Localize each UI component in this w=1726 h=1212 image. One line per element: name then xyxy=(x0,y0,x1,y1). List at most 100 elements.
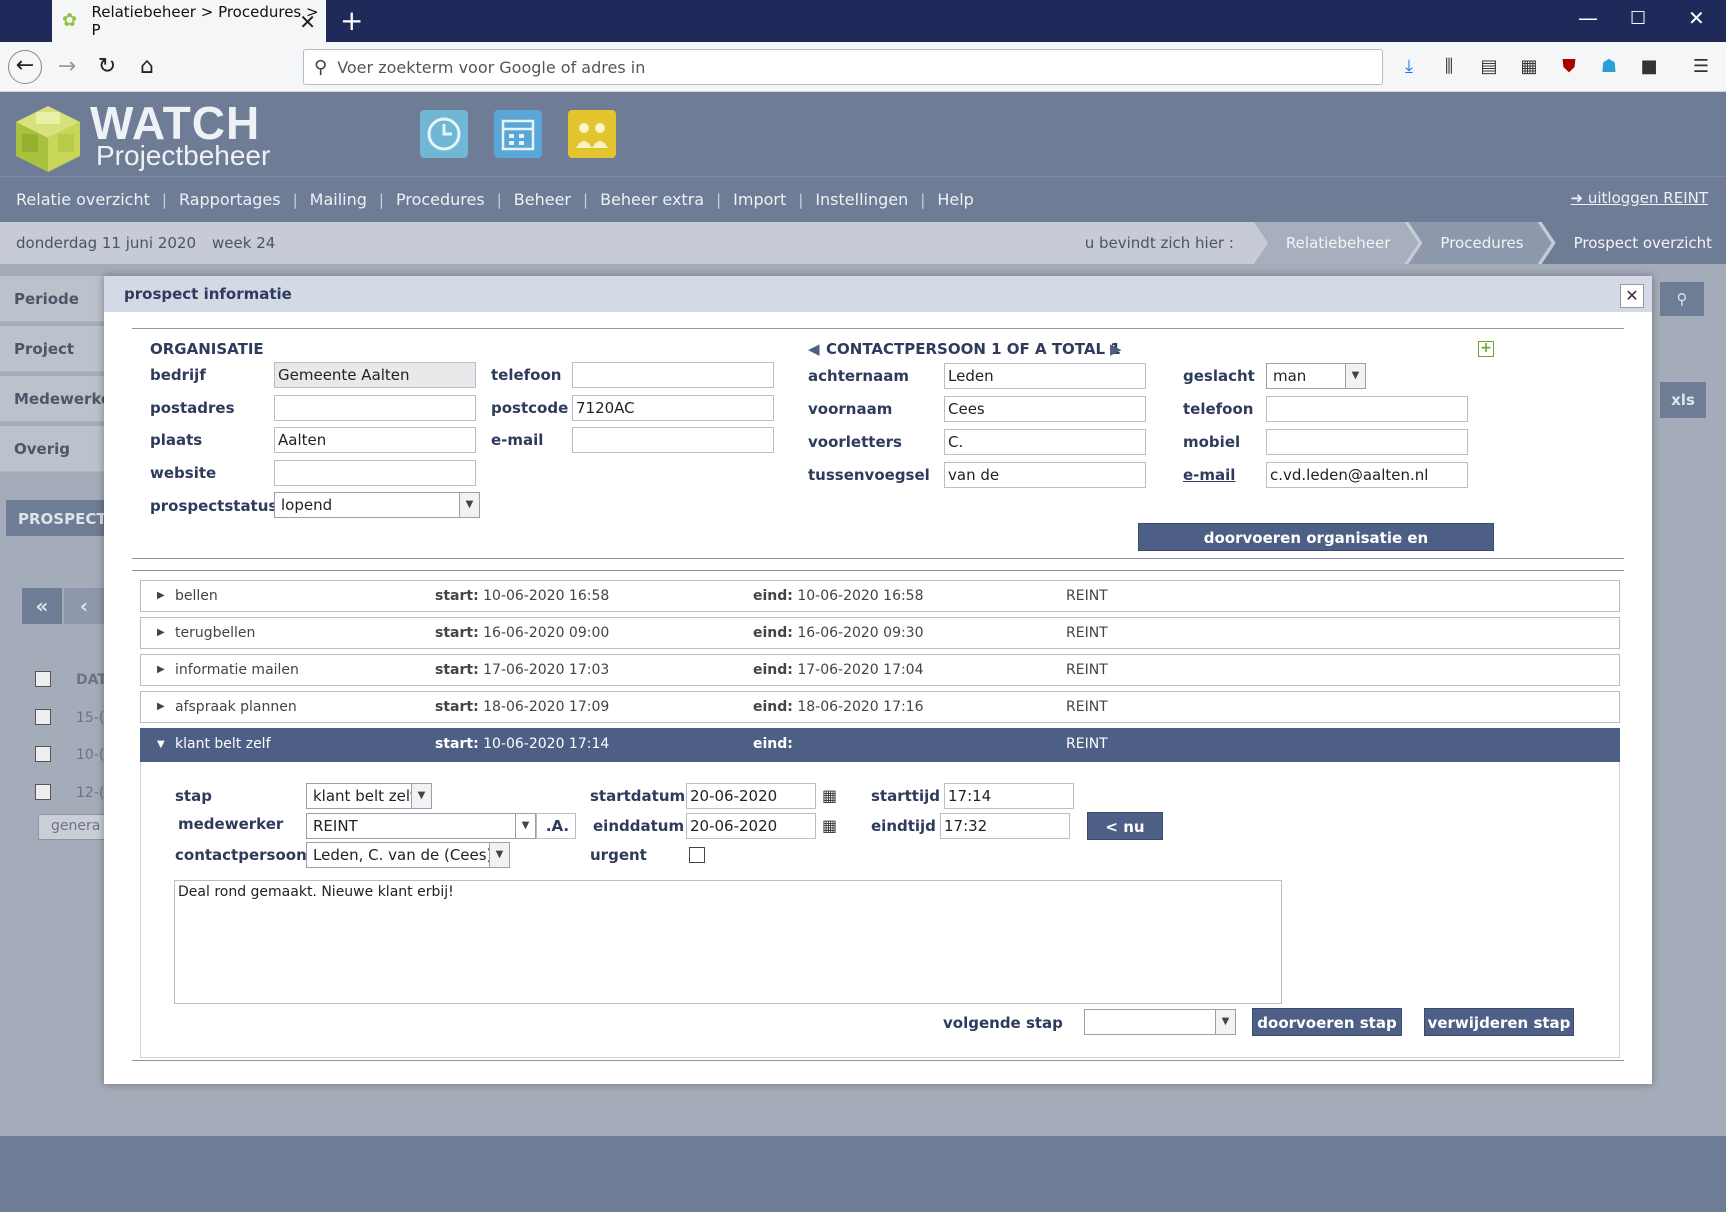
set-now-button[interactable]: < nu xyxy=(1087,812,1163,840)
search-icon[interactable]: ⚲ xyxy=(1660,282,1704,316)
first-page-icon[interactable]: « xyxy=(22,588,62,624)
url-bar[interactable]: ⚲ Voer zoekterm voor Google of adres in xyxy=(303,49,1383,85)
contactpersoon-select[interactable]: Leden, C. van de (Cees) ▼ xyxy=(306,842,510,868)
contact-email-field[interactable]: c.vd.leden@aalten.nl xyxy=(1266,462,1468,488)
menu-rapportages[interactable]: Rapportages xyxy=(179,190,281,209)
website-field[interactable] xyxy=(274,460,476,486)
next-contact-icon[interactable]: ▶ xyxy=(1110,340,1122,358)
urgent-label: urgent xyxy=(590,846,647,864)
window-close-icon[interactable]: ✕ xyxy=(1688,6,1705,30)
prev-contact-icon[interactable]: ◀ xyxy=(808,340,820,358)
step-user: REINT xyxy=(1066,736,1108,752)
step-row[interactable]: ▶ informatie mailen start: 17-06-2020 17… xyxy=(140,654,1620,686)
contacts-icon[interactable] xyxy=(568,110,616,158)
logout-link[interactable]: ➜ uitloggen REINT xyxy=(1570,189,1708,207)
prospectstatus-select[interactable]: lopend ▼ xyxy=(274,492,480,518)
contact-email-link[interactable]: e-mail xyxy=(1183,466,1235,484)
step-name: terugbellen xyxy=(175,625,256,641)
browser-tab[interactable]: ✿ Relatiebeheer > Procedures > P ✕ xyxy=(52,0,326,42)
step-row[interactable]: ▶ terugbellen start: 16-06-2020 09:00 ei… xyxy=(140,617,1620,649)
menu-import[interactable]: Import xyxy=(733,190,786,209)
stap-select[interactable]: klant belt zelf ▼ xyxy=(306,783,432,809)
contact-telefoon-field[interactable] xyxy=(1266,396,1468,422)
menu-mailing[interactable]: Mailing xyxy=(310,190,367,209)
maximize-icon[interactable]: ☐ xyxy=(1630,8,1646,29)
achternaam-field[interactable]: Leden xyxy=(944,363,1146,389)
sidebar-icon[interactable]: ▤ xyxy=(1476,54,1502,80)
ublock-icon[interactable]: ⛊ xyxy=(1556,54,1582,80)
app-header: WATCH Projectbeheer xyxy=(0,92,1726,176)
close-tab-icon[interactable]: ✕ xyxy=(299,10,316,34)
step-row[interactable]: ▶ bellen start: 10-06-2020 16:58 eind: 1… xyxy=(140,580,1620,612)
volgende-stap-select[interactable]: ▼ xyxy=(1084,1009,1236,1035)
voornaam-field[interactable]: Cees xyxy=(944,396,1146,422)
qr-code-icon[interactable]: ▦ xyxy=(1516,54,1542,80)
menu-procedures[interactable]: Procedures xyxy=(396,190,485,209)
step-row-active[interactable]: ▼ klant belt zelf start: 10-06-2020 17:1… xyxy=(140,728,1620,762)
row-checkbox[interactable] xyxy=(35,709,51,725)
step-notes-textarea[interactable]: Deal rond gemaakt. Nieuwe klant erbij! xyxy=(174,880,1282,1004)
medewerker-picker-button[interactable]: .A. xyxy=(536,813,576,839)
breadcrumb-label: u bevindt zich hier : xyxy=(1084,234,1234,252)
row-checkbox[interactable] xyxy=(35,746,51,762)
tussenvoegsel-field[interactable]: van de xyxy=(944,462,1146,488)
row-checkbox[interactable] xyxy=(35,784,51,800)
prospect-button[interactable]: PROSPECT xyxy=(6,500,107,536)
save-organisation-contact-button[interactable]: doorvoeren organisatie en contactpersoon xyxy=(1138,523,1494,575)
org-email-field[interactable] xyxy=(572,427,774,453)
medewerker-select[interactable]: REINT ▼ xyxy=(306,813,536,839)
ghost-extension-icon[interactable]: ☗ xyxy=(1596,54,1622,80)
add-contact-icon[interactable]: + xyxy=(1478,341,1494,357)
delete-step-button[interactable]: verwijderen stap xyxy=(1424,1008,1574,1036)
step-row[interactable]: ▶ afspraak plannen start: 18-06-2020 17:… xyxy=(140,691,1620,723)
postadres-field[interactable] xyxy=(274,395,476,421)
calendar-icon[interactable]: ▦ xyxy=(822,816,840,835)
footer xyxy=(0,1136,1726,1212)
menu-relatie-overzicht[interactable]: Relatie overzicht xyxy=(16,190,150,209)
chevron-down-icon: ▼ xyxy=(411,784,431,808)
back-icon[interactable]: ← xyxy=(8,50,42,84)
save-step-button[interactable]: doorvoeren stap xyxy=(1252,1008,1402,1036)
bedrijf-label: bedrijf xyxy=(150,366,206,384)
close-modal-icon[interactable]: ✕ xyxy=(1620,284,1644,308)
org-telefoon-field[interactable] xyxy=(572,362,774,388)
breadcrumb-relatiebeheer[interactable]: Relatiebeheer xyxy=(1254,222,1419,264)
reload-icon[interactable]: ↻ xyxy=(90,50,124,84)
filter-periode[interactable]: Periode xyxy=(0,276,104,322)
extension-icon[interactable]: ■ xyxy=(1636,54,1662,80)
filter-overig[interactable]: Overig xyxy=(0,426,104,472)
calendar-icon[interactable]: ▦ xyxy=(822,786,840,805)
download-icon[interactable]: ⤓ xyxy=(1396,54,1422,80)
eindtijd-field[interactable]: 17:32 xyxy=(940,813,1070,839)
minimize-icon[interactable]: — xyxy=(1578,6,1598,30)
mobiel-field[interactable] xyxy=(1266,429,1468,455)
menu-beheer[interactable]: Beheer xyxy=(514,190,571,209)
forward-icon[interactable]: → xyxy=(50,50,84,84)
library-icon[interactable]: ⫼ xyxy=(1436,54,1462,80)
organisatie-heading: ORGANISATIE xyxy=(150,340,264,358)
calendar-icon[interactable] xyxy=(494,110,542,158)
prev-page-icon[interactable]: ‹ xyxy=(64,588,104,624)
menu-icon[interactable]: ☰ xyxy=(1688,54,1714,80)
filter-medewerker[interactable]: Medewerke xyxy=(0,376,111,422)
home-icon[interactable]: ⌂ xyxy=(130,50,164,84)
startdatum-field[interactable]: 20-06-2020 xyxy=(686,783,816,809)
urgent-checkbox[interactable] xyxy=(689,847,705,863)
menu-beheer-extra[interactable]: Beheer extra xyxy=(600,190,704,209)
geslacht-select[interactable]: man ▼ xyxy=(1266,363,1366,389)
generate-button[interactable]: genera xyxy=(38,814,108,840)
bedrijf-field[interactable]: Gemeente Aalten xyxy=(274,362,476,388)
xls-export-button[interactable]: xls xyxy=(1660,382,1706,418)
voorletters-field[interactable]: C. xyxy=(944,429,1146,455)
filter-project[interactable]: Project xyxy=(0,326,104,372)
breadcrumb-procedures[interactable]: Procedures xyxy=(1408,222,1551,264)
starttijd-field[interactable]: 17:14 xyxy=(944,783,1074,809)
einddatum-field[interactable]: 20-06-2020 xyxy=(686,813,816,839)
postcode-field[interactable]: 7120AC xyxy=(572,395,774,421)
clock-icon[interactable] xyxy=(420,110,468,158)
menu-help[interactable]: Help xyxy=(937,190,973,209)
new-tab-icon[interactable]: + xyxy=(340,4,363,37)
menu-instellingen[interactable]: Instellingen xyxy=(815,190,908,209)
select-all-checkbox[interactable] xyxy=(35,671,51,687)
plaats-field[interactable]: Aalten xyxy=(274,427,476,453)
